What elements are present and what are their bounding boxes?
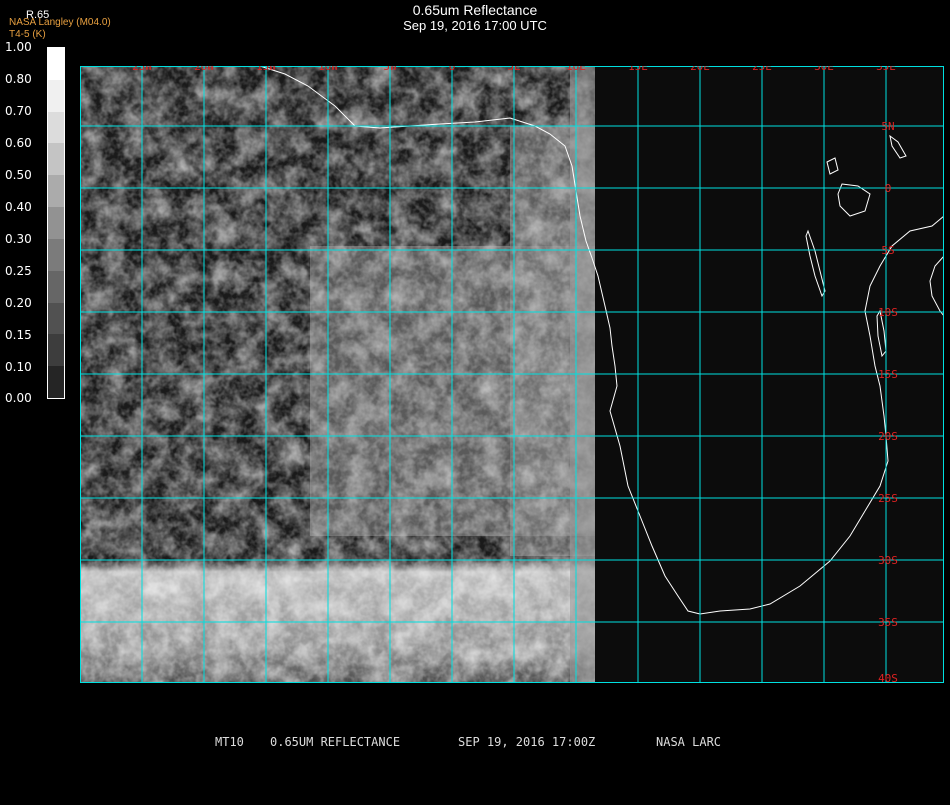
longitude-label: 15E [628,66,648,73]
colorbar-variable-label: R.65 [26,9,50,21]
longitude-label: 15W [256,66,276,73]
colorbar-segment [48,79,64,112]
latitude-label: 30S [878,554,898,567]
colorbar-segment [48,175,64,208]
longitude-label: 10E [566,66,586,73]
colorbar-segment [48,207,64,239]
longitude-label: 25W [132,66,152,73]
colorbar-segment [48,111,64,144]
longitude-label: 35E [876,66,896,73]
colorbar-segment [48,270,64,303]
longitude-label: 10W [318,66,338,73]
image-timestamp: Sep 19, 2016 17:00 UTC [403,18,547,33]
footer-source: NASA LARC [656,735,722,749]
colorbar-tick-label: 0.80 [5,72,32,86]
colorbar [47,47,65,399]
colorbar-segment [48,302,64,335]
latitude-label: 0 [885,182,892,195]
latitude-label: 5N [881,120,894,133]
colorbar-tick-label: 0.30 [5,232,32,246]
longitude-label: 5E [507,66,520,73]
longitude-label: 0 [449,66,456,73]
colorbar-tick-label: 0.10 [5,360,32,374]
colorbar-tick-label: 0.50 [5,168,32,182]
colorbar-tick-label: 1.00 [5,40,32,54]
footer-product: MT10 [215,735,244,749]
footer-bar: MT10 0.65UM REFLECTANCE SEP 19, 2016 17:… [0,735,950,805]
colorbar-tick-label: 0.00 [5,391,32,405]
colorbar-tick-label: 0.15 [5,328,32,342]
latitude-label: 35S [878,616,898,629]
colorbar-segment [48,334,64,367]
colorbar-tick-label: 0.20 [5,296,32,310]
credit-label: NASA Langley (M04.0) T4-5 (K) [9,17,111,41]
credit-source: NASA Langley (M04.0) [9,17,111,28]
longitude-label: 5W [383,66,397,73]
colorbar-tick-label: 0.70 [5,104,32,118]
colorbar-segment [48,48,64,80]
colorbar-tick-label: 0.60 [5,136,32,150]
latitude-label: 10S [878,306,898,319]
footer-date: SEP 19, 2016 17:00Z [458,735,596,749]
latitude-label: 5S [881,244,894,257]
image-title: 0.65um Reflectance [412,2,538,18]
colorbar-tick-label: 0.40 [5,200,32,214]
map-canvas[interactable]: 25W 20W 15W 10W 5W 0 5E 10E 15E 20E 25E 30E 35E 5N 0 5S… [80,66,944,683]
colorbar-segment [48,366,64,398]
colorbar-segment [48,238,64,271]
longitude-label: 20E [690,66,710,73]
latitude-label: 25S [878,492,898,505]
longitude-label: 30E [814,66,834,73]
latitude-label: 20S [878,430,898,443]
colorbar-tick-label: 0.25 [5,264,32,278]
latitude-label: 40S [878,672,898,683]
satellite-map[interactable]: 25W 20W 15W 10W 5W 0 5E 10E 15E 20E 25E 30E 35E 5N 0 5S… [80,66,944,683]
longitude-label: 25E [752,66,772,73]
latitude-label: 15S [878,368,898,381]
longitude-label: 20W [194,66,214,73]
footer-band: 0.65UM REFLECTANCE [270,735,401,749]
colorbar-segment [48,143,64,176]
